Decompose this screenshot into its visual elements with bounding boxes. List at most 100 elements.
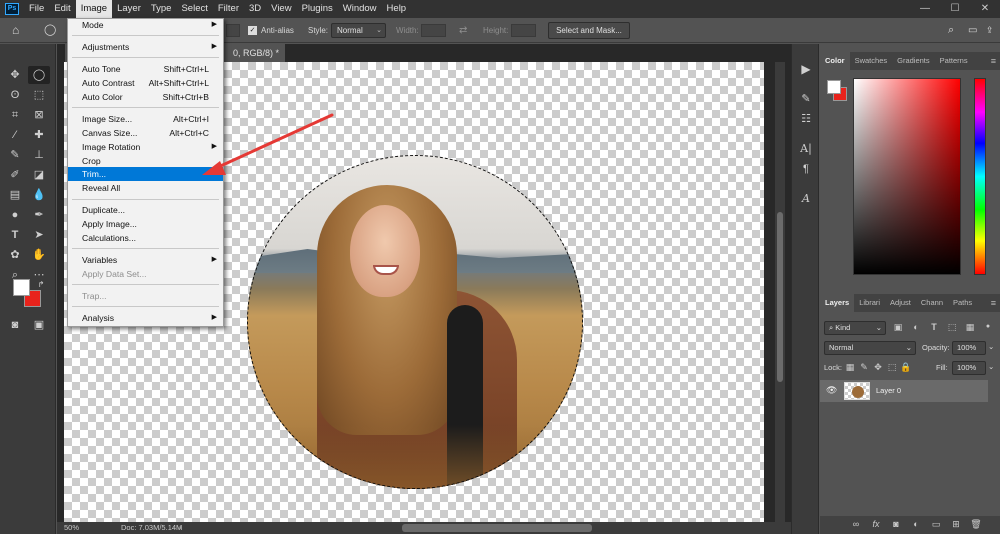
play-actions-icon[interactable]: ▶ [796, 60, 816, 78]
layer-name[interactable]: Layer 0 [876, 386, 901, 395]
minimize-button[interactable]: — [910, 0, 940, 18]
menu-filter[interactable]: Filter [213, 0, 244, 18]
trash-icon[interactable]: 🗑 [970, 518, 982, 530]
tab-paths[interactable]: Paths [948, 294, 977, 312]
filter-pixel-icon[interactable]: ▣ [892, 321, 904, 333]
tab-swatches[interactable]: Swatches [850, 52, 893, 70]
vertical-scrollbar[interactable] [775, 62, 785, 522]
opacity-field[interactable]: 100% [952, 341, 986, 355]
tab-layers[interactable]: Layers [820, 294, 855, 312]
hand-tool-icon[interactable]: ✋ [28, 246, 50, 264]
home-icon[interactable]: ⌂ [12, 18, 19, 43]
menu-item-auto-tone[interactable]: Auto Tone Shift+Ctrl+L [68, 62, 223, 76]
brush-settings-icon[interactable]: ✎ [796, 90, 816, 108]
fill-dropdown-icon[interactable]: ⌄ [988, 362, 994, 371]
menu-edit[interactable]: Edit [49, 0, 75, 18]
filter-type-icon[interactable]: T [928, 321, 940, 333]
zoom-level[interactable]: 50% [64, 522, 79, 534]
quick-mask-icon[interactable]: ◙ [4, 316, 26, 334]
tab-patterns[interactable]: Patterns [935, 52, 973, 70]
foreground-color-swatch[interactable] [13, 279, 30, 296]
adjustment-icon[interactable]: ◐ [910, 518, 922, 530]
crop-tool-icon[interactable]: ⌗ [4, 106, 26, 124]
mask-icon[interactable]: ◙ [890, 518, 902, 530]
horizontal-scroll-thumb[interactable] [402, 524, 592, 532]
tab-color[interactable]: Color [820, 52, 850, 70]
move-tool-icon[interactable]: ✥ [4, 66, 26, 84]
select-and-mask-button[interactable]: Select and Mask... [548, 22, 630, 39]
style-select[interactable]: Normal ⌄ [331, 23, 386, 38]
feather-field[interactable] [226, 24, 240, 37]
eraser-tool-icon[interactable]: ◪ [28, 166, 50, 184]
search-icon[interactable]: ⌕ [948, 18, 954, 43]
workspace-icon[interactable]: ▭ [968, 18, 977, 43]
lock-pixels-icon[interactable]: ✎ [858, 361, 870, 373]
menu-item-adjustments[interactable]: Adjustments ▶ [68, 40, 223, 54]
share-icon[interactable]: ⇪ [986, 18, 994, 43]
menu-item-calculations[interactable]: Calculations... [68, 231, 223, 245]
status-menu-icon[interactable]: › [179, 522, 182, 534]
menu-item-variables[interactable]: Variables ▶ [68, 253, 223, 267]
menu-item-apply-image[interactable]: Apply Image... [68, 217, 223, 231]
blur-tool-icon[interactable]: 💧 [28, 186, 50, 204]
shape-tool-icon[interactable]: ✿ [4, 246, 26, 264]
fx-icon[interactable]: fx [870, 518, 882, 530]
hue-slider[interactable] [974, 78, 986, 275]
lock-all-icon[interactable]: 🔒 [900, 361, 912, 373]
tab-libraries[interactable]: Librari [854, 294, 885, 312]
menu-select[interactable]: Select [176, 0, 212, 18]
tab-adjustments[interactable]: Adjust [885, 294, 916, 312]
paragraph-panel-icon[interactable]: ¶ [796, 160, 816, 178]
menu-item-analysis[interactable]: Analysis ▶ [68, 311, 223, 325]
quick-selection-tool-icon[interactable]: ⬚ [28, 86, 50, 104]
menu-3d[interactable]: 3D [244, 0, 266, 18]
type-tool-icon[interactable]: T [4, 226, 26, 244]
properties-sliders-icon[interactable]: ☷ [796, 110, 816, 128]
glyphs-panel-icon[interactable]: A [796, 190, 816, 208]
vertical-scroll-thumb[interactable] [777, 212, 783, 382]
lock-position-icon[interactable]: ✥ [872, 361, 884, 373]
elliptical-marquee-preset-icon[interactable]: ◯ [44, 18, 56, 43]
menu-item-mode[interactable]: Mode ▶ [68, 18, 223, 32]
photoshop-logo-icon[interactable]: Ps [5, 3, 19, 15]
folder-icon[interactable]: ▭ [930, 518, 942, 530]
filter-adjustment-icon[interactable]: ◐ [910, 321, 922, 333]
menu-type[interactable]: Type [146, 0, 177, 18]
character-panel-icon[interactable]: A| [796, 140, 816, 158]
color-panel-foreground-swatch[interactable] [827, 80, 841, 94]
panel-menu-icon[interactable]: ≡ [991, 52, 996, 70]
swap-colors-icon[interactable]: ↱ [30, 276, 52, 294]
new-layer-icon[interactable]: ⊞ [950, 518, 962, 530]
menu-window[interactable]: Window [338, 0, 382, 18]
menu-view[interactable]: View [266, 0, 296, 18]
lock-artboard-icon[interactable]: ⬚ [886, 361, 898, 373]
layer-filter-kind-select[interactable]: ⌕ Kind ⌄ [824, 321, 886, 335]
menu-item-auto-contrast[interactable]: Auto Contrast Alt+Shift+Ctrl+L [68, 76, 223, 90]
menu-item-auto-color[interactable]: Auto Color Shift+Ctrl+B [68, 90, 223, 104]
height-field[interactable] [511, 24, 536, 37]
menu-help[interactable]: Help [382, 0, 412, 18]
opacity-dropdown-icon[interactable]: ⌄ [988, 342, 994, 351]
tab-gradients[interactable]: Gradients [892, 52, 935, 70]
path-selection-tool-icon[interactable]: ➤ [28, 226, 50, 244]
width-field[interactable] [421, 24, 446, 37]
blend-mode-select[interactable]: Normal ⌄ [824, 341, 916, 355]
healing-brush-tool-icon[interactable]: ✚ [28, 126, 50, 144]
panel-menu-icon[interactable]: ≡ [991, 294, 996, 312]
menu-item-duplicate[interactable]: Duplicate... [68, 203, 223, 217]
close-button[interactable]: ✕ [970, 0, 1000, 18]
swap-dimensions-icon[interactable]: ⇄ [459, 18, 467, 43]
history-brush-tool-icon[interactable]: ✐ [4, 166, 26, 184]
tab-channels[interactable]: Chann [916, 294, 948, 312]
filter-toggle-icon[interactable]: ● [982, 321, 994, 333]
brush-tool-icon[interactable]: ✎ [4, 146, 26, 164]
maximize-button[interactable]: ☐ [940, 0, 970, 18]
filter-smart-object-icon[interactable]: ▦ [964, 321, 976, 333]
filter-shape-icon[interactable]: ⬚ [946, 321, 958, 333]
eye-visibility-icon[interactable]: 👁 [826, 385, 837, 396]
lock-transparent-icon[interactable]: ▦ [844, 361, 856, 373]
clone-stamp-tool-icon[interactable]: ⊥ [28, 146, 50, 164]
color-picker-field[interactable] [853, 78, 961, 275]
screen-mode-icon[interactable]: ▣ [28, 316, 50, 334]
menu-layer[interactable]: Layer [112, 0, 146, 18]
